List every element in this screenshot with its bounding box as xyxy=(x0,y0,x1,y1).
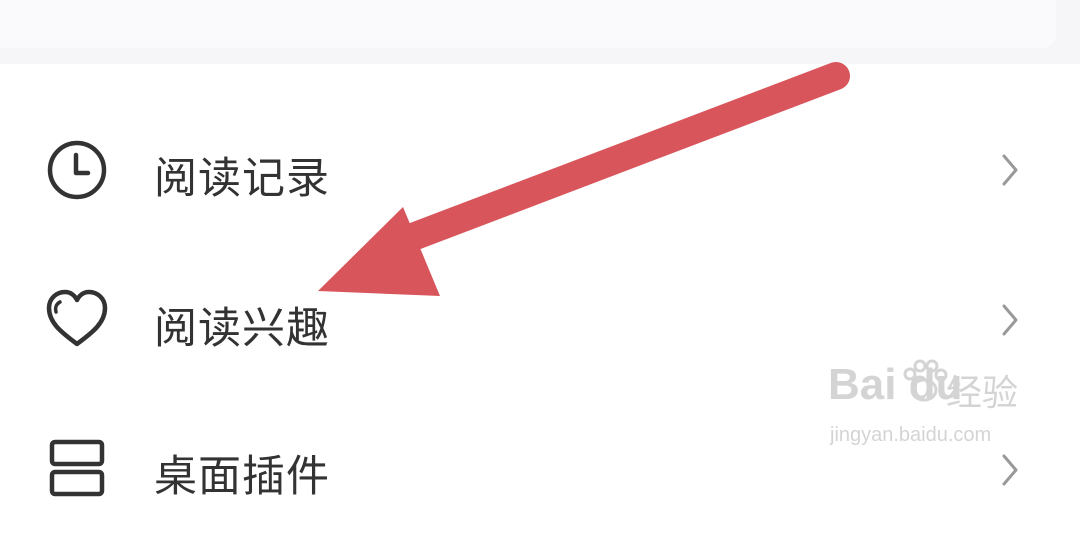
top-card xyxy=(0,0,1056,48)
menu-item-label: 桌面插件 xyxy=(154,452,330,502)
heart-icon xyxy=(44,286,110,352)
widget-icon xyxy=(44,436,110,502)
watermark-suffix: 经验 xyxy=(946,373,1019,414)
watermark-url: jingyan.baidu.com xyxy=(830,424,992,446)
chevron-right-icon xyxy=(996,450,1022,490)
paw-icon xyxy=(903,359,948,402)
chevron-right-icon xyxy=(996,300,1022,340)
watermark: Bai du 经验 jingyan.baidu.com xyxy=(828,352,1028,452)
top-section-background xyxy=(0,0,1080,64)
chevron-right-icon xyxy=(996,150,1022,190)
menu-item-label: 阅读兴趣 xyxy=(154,304,330,354)
menu-item-label: 阅读记录 xyxy=(154,154,330,204)
menu-item-reading-history[interactable]: 阅读记录 xyxy=(0,94,1080,244)
clock-icon xyxy=(44,137,110,203)
